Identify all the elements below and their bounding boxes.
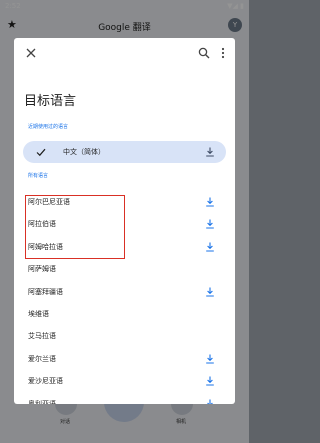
highlight-box (25, 195, 125, 259)
more-vert-icon[interactable] (215, 45, 231, 61)
language-row[interactable]: 爱沙尼亚语 (14, 370, 235, 392)
download-icon[interactable] (204, 398, 216, 404)
language-row[interactable]: 艾马拉语 (14, 325, 235, 347)
download-icon[interactable] (204, 286, 216, 298)
language-row[interactable]: 阿萨姆语 (14, 258, 235, 280)
language-name: 埃维语 (28, 310, 49, 318)
language-name: 阿萨姆语 (28, 265, 56, 274)
selected-language-row[interactable]: 中文（简体） (23, 141, 226, 163)
download-icon[interactable] (204, 146, 216, 158)
language-row[interactable]: 爱尔兰语 (14, 348, 235, 370)
close-icon[interactable] (23, 45, 39, 61)
download-icon[interactable] (204, 241, 216, 253)
download-icon[interactable] (204, 353, 216, 365)
language-row[interactable]: 埃维语 (14, 303, 235, 325)
download-icon[interactable] (204, 218, 216, 230)
sheet-toolbar (14, 38, 235, 68)
recent-section-label: 近期使用过的语言 (28, 124, 69, 130)
check-icon (36, 148, 46, 157)
search-icon[interactable] (196, 45, 212, 61)
language-name: 奥利亚语 (28, 399, 56, 404)
selected-language-label: 中文（简体） (63, 148, 105, 156)
language-name: 爱尔兰语 (28, 354, 56, 363)
all-languages-label: 所有语言 (28, 173, 49, 179)
language-row[interactable]: 阿塞拜疆语 (14, 281, 235, 303)
language-row[interactable]: 奥利亚语 (14, 393, 235, 404)
language-name: 阿塞拜疆语 (28, 287, 63, 296)
download-icon[interactable] (204, 375, 216, 387)
language-name: 爱沙尼亚语 (28, 377, 63, 386)
download-icon[interactable] (204, 196, 216, 208)
page-title: 目标语言 (24, 94, 77, 109)
language-name: 艾马拉语 (28, 332, 56, 341)
target-language-sheet: 目标语言 近期使用过的语言 中文（简体） 所有语言 阿尔巴尼亚语 阿拉伯语 阿姆哈拉… (14, 38, 235, 404)
